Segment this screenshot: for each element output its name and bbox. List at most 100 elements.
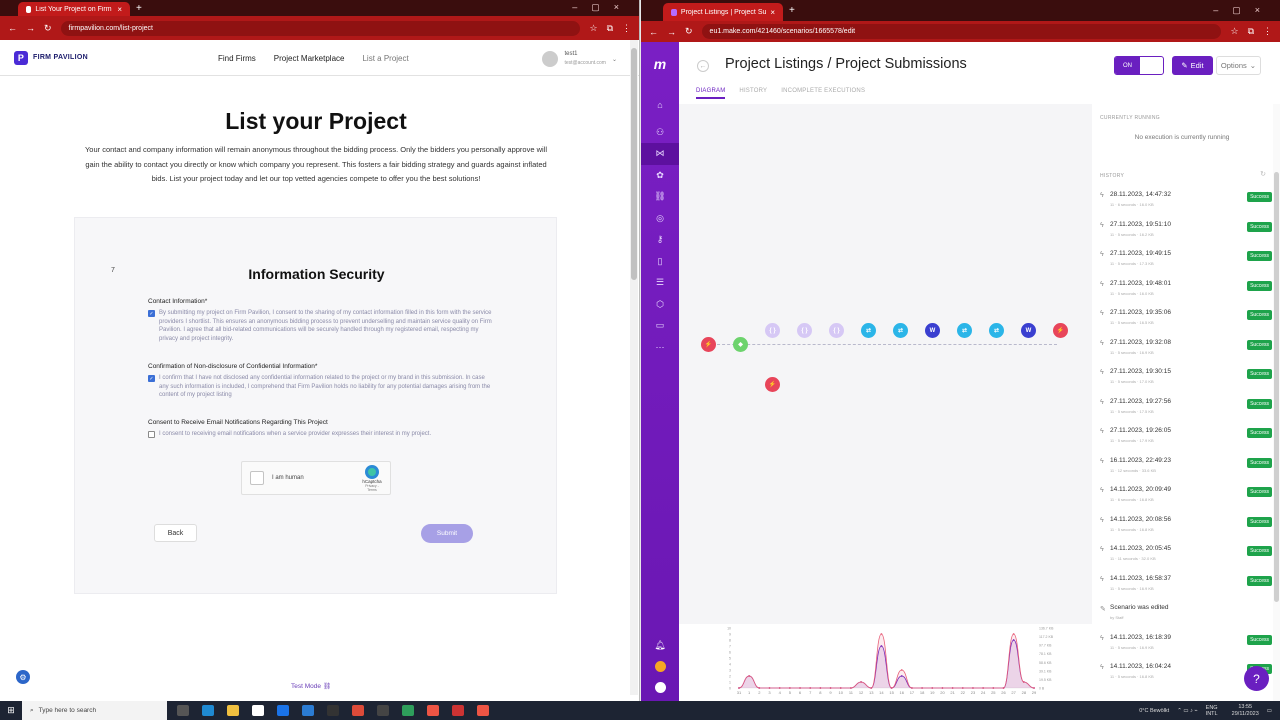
url-input[interactable]: eu1.make.com/421460/scenarios/1665578/ed… (701, 24, 1222, 39)
history-row[interactable]: ✎ Scenario was edited by Staff (1100, 601, 1272, 631)
webhooks-icon[interactable]: ◎ (641, 208, 679, 230)
history-row[interactable]: ϟ 14.11.2023, 16:18:39 11 · 5 seconds · 16… (1100, 631, 1272, 661)
more-icon[interactable]: ⋯ (641, 337, 679, 359)
history-row[interactable]: ϟ 28.11.2023, 14:47:32 11 · 6 seconds · 16… (1100, 188, 1272, 218)
reload-icon[interactable]: ↻ (685, 26, 693, 37)
account-menu[interactable]: test1 test@account.com ⌄ (542, 50, 617, 68)
new-tab-icon[interactable]: + (789, 5, 795, 16)
browser-tab-firm-pavilion[interactable]: List Your Project on Firm Pavilion × (18, 2, 130, 16)
history-row[interactable]: ϟ 14.11.2023, 20:05:45 11 · 11 seconds · 3… (1100, 542, 1272, 572)
word-icon[interactable] (302, 705, 314, 716)
forward-arrow-icon[interactable]: → (667, 27, 676, 37)
devices-icon[interactable]: ▯ (641, 251, 679, 273)
docs-icon[interactable]: ▭ (641, 315, 679, 337)
webflow-node[interactable]: W (925, 323, 940, 338)
datastores-icon[interactable]: ☰ (641, 272, 679, 294)
history-row[interactable]: ϟ 14.11.2023, 16:58:37 11 · 5 seconds · 16… (1100, 572, 1272, 602)
language-indicator[interactable]: ENG INTL (1206, 705, 1224, 717)
scenarios-icon[interactable]: ⋈ (641, 143, 679, 165)
router-node[interactable]: ◆ (733, 337, 748, 352)
keys-icon[interactable]: ⚷ (641, 229, 679, 251)
json-node[interactable]: { } (765, 323, 780, 338)
panel-scrollbar[interactable] (1273, 104, 1280, 701)
connections-icon[interactable]: ⛓ (641, 186, 679, 208)
json-node[interactable]: { } (797, 323, 812, 338)
home-icon[interactable]: ⌂ (641, 94, 679, 116)
new-tab-icon[interactable]: + (136, 3, 142, 14)
bookmark-star-icon[interactable]: ☆ (589, 23, 597, 34)
scrollbar-thumb[interactable] (631, 48, 637, 280)
nondisclosure-checkbox[interactable]: ✓ (148, 375, 155, 382)
app-icon[interactable] (327, 705, 339, 716)
warning-icon[interactable] (654, 661, 666, 672)
history-row[interactable]: ϟ 14.11.2023, 20:09:49 11 · 6 seconds · 16… (1100, 483, 1272, 513)
app-icon[interactable] (402, 705, 414, 716)
menu-dots-icon[interactable]: ⋮ (622, 23, 631, 34)
chrome-icon[interactable] (427, 705, 439, 716)
window-controls[interactable]: –▢× (1213, 5, 1274, 16)
history-row[interactable]: ϟ 27.11.2023, 19:35:06 11 · 5 seconds · 16… (1100, 306, 1272, 336)
task-view-icon[interactable] (177, 705, 189, 716)
history-row[interactable]: ϟ 27.11.2023, 19:30:15 11 · 5 seconds · 17… (1100, 365, 1272, 395)
clock[interactable]: 13:55 29/11/2023 (1232, 704, 1259, 718)
back-arrow-icon[interactable]: ← (649, 27, 658, 37)
hcaptcha-links[interactable]: Privacy - Terms (362, 484, 382, 492)
chrome-icon[interactable] (452, 705, 464, 716)
history-row[interactable]: ϟ 27.11.2023, 19:26:05 11 · 5 seconds · 17… (1100, 424, 1272, 454)
history-row[interactable]: ϟ 27.11.2023, 19:49:15 11 · 5 seconds · 17… (1100, 247, 1272, 277)
chrome-icon[interactable] (477, 705, 489, 716)
back-button[interactable]: Back (154, 524, 197, 542)
url-input[interactable]: firmpavilion.com/list-project (60, 20, 581, 36)
history-row[interactable]: ϟ 27.11.2023, 19:51:10 11 · 5 seconds · 16… (1100, 218, 1272, 248)
edit-button[interactable]: ✎ Edit (1172, 56, 1213, 75)
tab-incomplete-executions[interactable]: INCOMPLETE EXECUTIONS (781, 88, 865, 99)
cookie-settings-icon[interactable]: ⚙ (16, 670, 30, 684)
notification-center-icon[interactable]: ▭ (1267, 708, 1272, 714)
edge-icon[interactable] (202, 705, 214, 716)
history-row[interactable]: ϟ 14.11.2023, 20:08:56 11 · 5 seconds · 16… (1100, 513, 1272, 543)
submit-button[interactable]: Submit (421, 524, 473, 543)
notifications-icon[interactable]: 🔔︎ (654, 640, 665, 651)
http-node[interactable]: ⇄ (893, 323, 908, 338)
error-handler-node[interactable]: ⚡ (765, 377, 780, 392)
app-icon[interactable] (377, 705, 389, 716)
json-node[interactable]: { } (829, 323, 844, 338)
nav-project-marketplace[interactable]: Project Marketplace (274, 54, 345, 63)
bookmark-star-icon[interactable]: ☆ (1230, 26, 1238, 37)
store-icon[interactable] (252, 705, 264, 716)
windows-start-icon[interactable]: ⊞ (0, 705, 22, 716)
forward-arrow-icon[interactable]: → (26, 23, 35, 33)
nav-find-firms[interactable]: Find Firms (218, 54, 256, 63)
history-row[interactable]: ϟ 27.11.2023, 19:48:01 11 · 5 seconds · 16… (1100, 277, 1272, 307)
page-scrollbar[interactable] (630, 40, 638, 695)
history-row[interactable]: ϟ 16.11.2023, 22:49:23 11 · 12 seconds · 3… (1100, 454, 1272, 484)
file-explorer-icon[interactable] (227, 705, 239, 716)
datastructures-icon[interactable]: ⬡ (641, 294, 679, 316)
webhook-response-node[interactable]: ⚡ (1053, 323, 1068, 338)
reload-icon[interactable]: ↻ (44, 23, 52, 34)
menu-dots-icon[interactable]: ⋮ (1263, 26, 1272, 37)
nav-list-a-project[interactable]: List a Project (362, 54, 408, 63)
extensions-icon[interactable]: ⧉ (1248, 26, 1254, 37)
user-avatar[interactable] (654, 682, 666, 693)
window-controls[interactable]: –▢× (572, 2, 633, 13)
options-button[interactable]: Options ⌄ (1216, 56, 1261, 75)
captcha-checkbox[interactable] (250, 471, 264, 485)
mail-icon[interactable] (277, 705, 289, 716)
weather-widget[interactable]: 0°C Bewölkt (1139, 708, 1169, 714)
history-row[interactable]: ϟ 27.11.2023, 19:32:08 11 · 5 seconds · 16… (1100, 336, 1272, 366)
http-node[interactable]: ⇄ (989, 323, 1004, 338)
test-mode-link[interactable]: Test Mode ⛓ (291, 682, 331, 690)
brand-logo[interactable]: P FIRM PAVILION (14, 50, 88, 65)
email-consent-checkbox[interactable] (148, 431, 155, 438)
browser-tab-make[interactable]: Project Listings | Project Subm... × (663, 3, 783, 21)
back-circle-icon[interactable]: ← (697, 60, 709, 72)
tab-diagram[interactable]: DIAGRAM (696, 88, 726, 99)
close-tab-icon[interactable]: × (770, 8, 775, 17)
webhook-trigger-node[interactable]: ⚡ (701, 337, 716, 352)
refresh-icon[interactable]: ↻ (1260, 170, 1266, 178)
scenario-diagram-canvas[interactable]: ⚡ ◆ ⚡ { } { } { } ⇄ ⇄ W ⇄ ⇄ W ⚡ (679, 104, 1092, 624)
taskbar-search-input[interactable]: ⌕ Type here to search (22, 701, 167, 720)
scrollbar-thumb[interactable] (1274, 172, 1279, 602)
extensions-icon[interactable]: ⧉ (607, 23, 613, 34)
